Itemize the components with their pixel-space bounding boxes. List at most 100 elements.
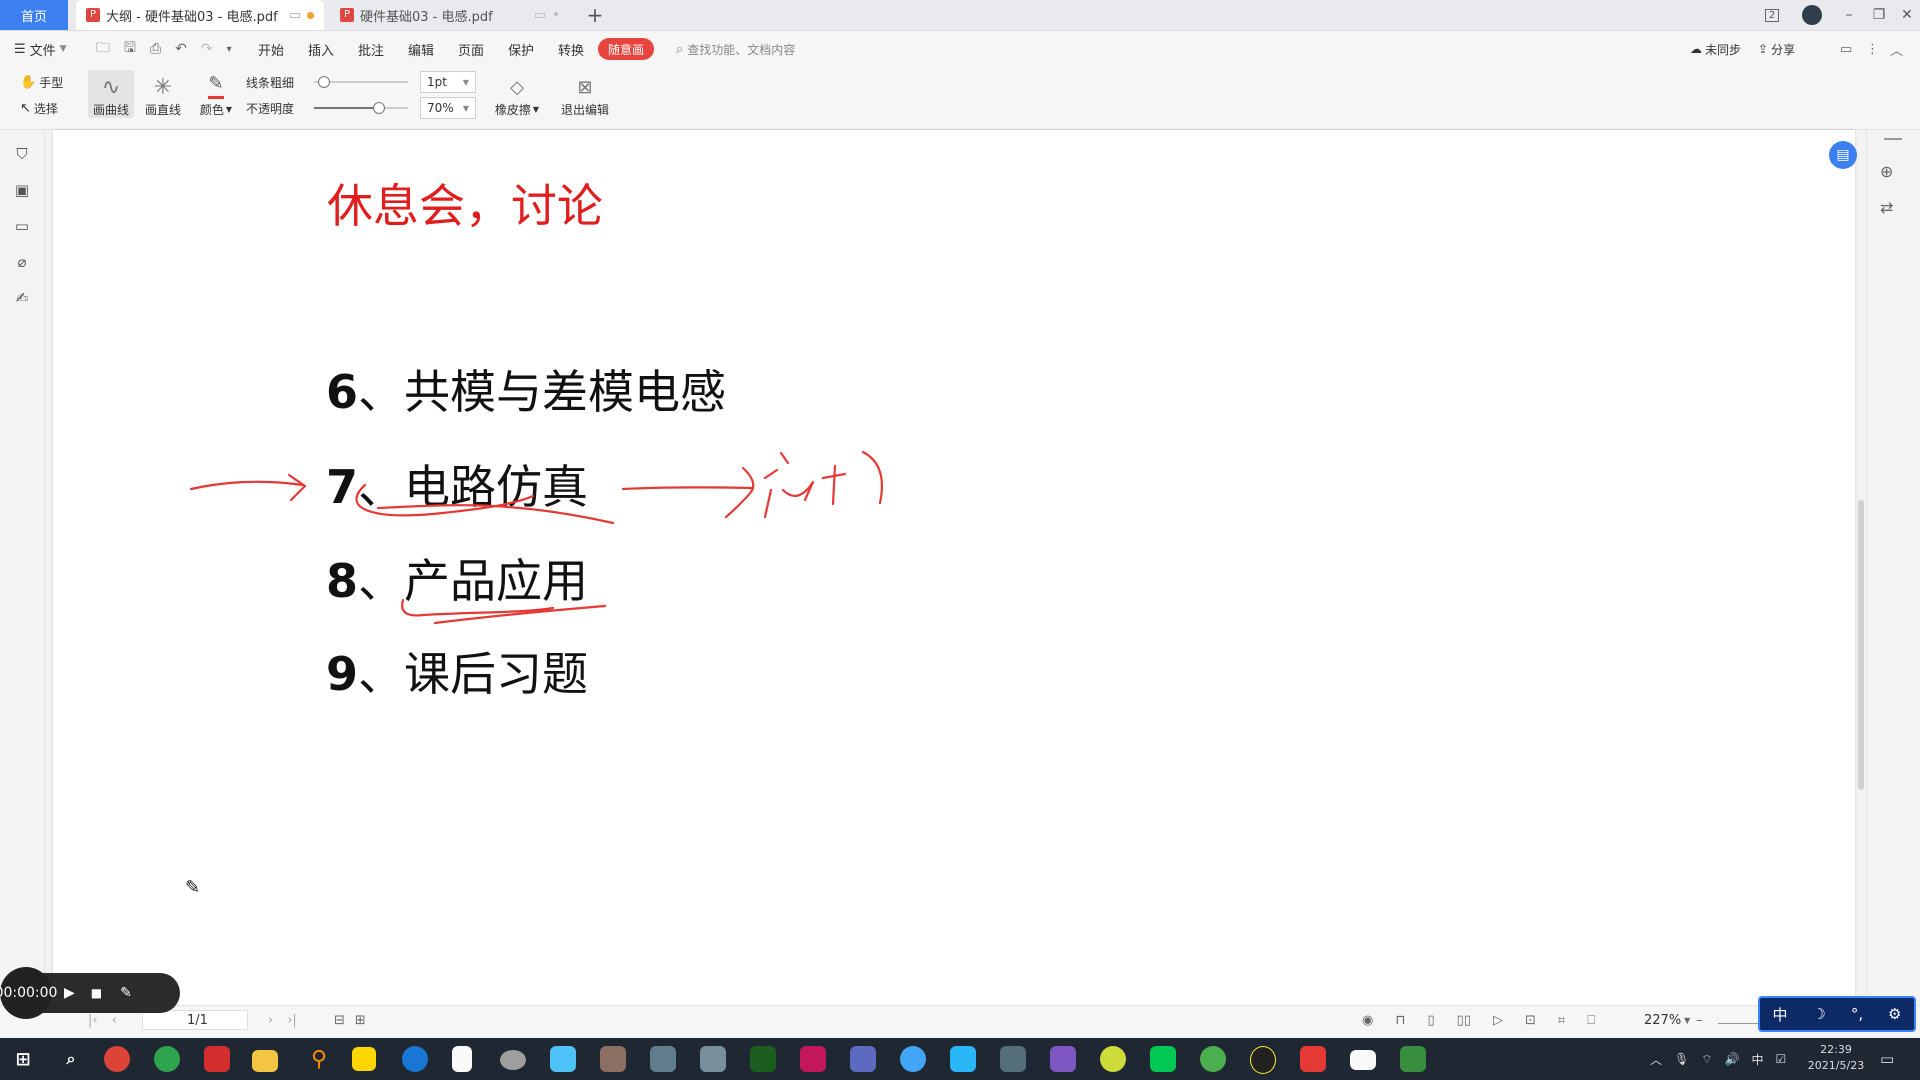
browser-app-icon[interactable] [402,1046,428,1072]
window-switch-button[interactable]: 2 [1757,0,1787,30]
split-view-icon[interactable]: ⊓ [1395,1013,1405,1028]
edge-app-icon[interactable] [900,1046,926,1072]
sync-button[interactable]: ☁ 未同步 [1690,31,1741,67]
network-icon[interactable]: ⌔ [1701,1052,1712,1067]
action-center-icon[interactable]: ▭ [1880,1038,1894,1080]
menu-item-page[interactable]: 页面 [458,31,484,67]
file-explorer-icon[interactable] [252,1050,278,1072]
volume-icon[interactable]: 🔊 [1725,1052,1740,1066]
menu-item-start[interactable]: 开始 [258,31,284,67]
camera-app-icon[interactable] [1350,1050,1376,1070]
ime-mode-label[interactable]: 中 [1772,1004,1787,1025]
moon-icon[interactable]: ☽ [1812,1005,1825,1023]
tab-outline-pdf[interactable]: P 大纲 - 硬件基础03 - 电感.pdf ▭ [76,0,324,30]
chrome-app-icon[interactable] [104,1046,130,1072]
scrollbar-thumb[interactable] [1858,500,1864,790]
taskbar-search-icon[interactable]: ⌕ [54,1042,88,1076]
play-icon[interactable]: ▶ [64,985,75,1001]
opacity-slider[interactable] [314,102,408,114]
tray-ime-label[interactable]: 中 [1751,1051,1763,1068]
wps-app-icon[interactable] [1300,1046,1326,1072]
pads-app-icon[interactable] [600,1046,626,1072]
comment-icon[interactable]: ▭ [1840,31,1852,67]
qq-app-icon[interactable] [1250,1046,1276,1074]
remote-app-icon[interactable] [550,1046,576,1072]
select-tool[interactable]: ↖ 选择 [20,98,58,118]
menu-item-convert[interactable]: 转换 [558,31,584,67]
restore-button[interactable]: ❐ [1864,0,1894,30]
actual-size-icon[interactable]: ⊡ [1525,1013,1536,1028]
menu-item-insert[interactable]: 插入 [308,31,334,67]
undo-icon[interactable]: ↶ [175,41,187,57]
collapse-ribbon-icon[interactable]: ︿ [1890,31,1903,67]
line-width-slider[interactable] [314,76,408,88]
crop-icon[interactable]: ⎕ [1587,1013,1595,1028]
double-page-icon[interactable]: ▯▯ [1457,1013,1471,1028]
yellow-app-icon[interactable] [1100,1046,1126,1072]
customize-chevron-icon[interactable]: ▾ [227,44,232,55]
fit-width-icon[interactable]: ⊞ [355,1013,366,1028]
first-page-icon[interactable]: |‹ [88,1013,98,1028]
menu-item-annotate[interactable]: 批注 [358,31,384,67]
punctuation-icon[interactable]: °, [1851,1005,1863,1023]
play-slideshow-icon[interactable]: ▷ [1493,1013,1503,1028]
tray-check-icon[interactable]: ☑ [1776,1052,1787,1066]
tab-inductor-pdf[interactable]: P 硬件基础03 - 电感.pdf ▭ • [330,0,570,30]
save-icon[interactable]: 🖫 [124,37,136,61]
translate-icon[interactable]: ⇄ [1880,198,1893,217]
green-app-icon[interactable] [154,1046,180,1072]
bookmark-icon[interactable]: ⛉ [12,144,32,164]
zoom-slider[interactable] [1718,1023,1758,1024]
clock[interactable]: 22:39 2021/5/23 [1804,1042,1868,1074]
draw-curve-tool[interactable]: ∿ 画曲线 [88,70,134,118]
circuit-app-icon[interactable] [650,1046,676,1072]
iqiyi-app-icon[interactable] [1150,1046,1176,1072]
windows-start-icon[interactable]: ⊞ [6,1042,40,1076]
exit-edit-button[interactable]: ⊠ 退出编辑 [558,70,612,118]
draw-line-tool[interactable]: ✳ 画直线 [140,70,186,118]
menu-item-freedraw[interactable]: 随意画 [598,38,655,60]
eraser-tool[interactable]: ◇ 橡皮擦 ▼ [492,70,542,118]
settings-gear-icon[interactable]: ⚙ [1888,1005,1901,1023]
pen-edit-icon[interactable]: ✎ [120,985,132,1001]
single-page-icon[interactable]: ▯ [1428,1013,1435,1028]
mx-app-icon[interactable] [950,1046,976,1072]
color-picker[interactable]: ✎ 颜色 ▼ [196,70,236,118]
fit-window-icon[interactable]: ⌗ [1558,1013,1565,1028]
hand-tool[interactable]: ✋ 手型 [20,72,63,92]
search-tool-icon[interactable]: ⚲ [302,1042,336,1076]
zoom-select[interactable]: 227% ▼ [1644,1005,1690,1035]
menu-item-protect[interactable]: 保护 [508,31,534,67]
microphone-icon[interactable]: 🎙 [1674,1052,1689,1066]
eye-icon[interactable]: ◉ [1362,1013,1373,1028]
opacity-select[interactable]: 70% ▼ [420,97,476,119]
signature-icon[interactable]: ✍ [12,288,32,308]
file-menu[interactable]: ☰ 文件 ▼ [14,31,67,67]
zoom-search-icon[interactable]: ⊕ [1880,162,1893,181]
menu-item-edit[interactable]: 编辑 [408,31,434,67]
tablet-icon[interactable]: ▭ [289,8,301,23]
redo-icon[interactable]: ↷ [201,41,213,57]
zoom-out-button[interactable]: – [1696,1005,1703,1035]
thumbnail-icon[interactable]: ▣ [12,180,32,200]
cloud-app-icon[interactable] [500,1050,526,1070]
vertical-scrollbar[interactable] [1857,130,1865,1005]
spreadsheet-app-icon[interactable] [1400,1046,1426,1072]
print-icon[interactable]: ⎙ [150,41,161,57]
last-page-icon[interactable]: ›| [287,1013,297,1028]
search-box[interactable]: ⌕ 查找功能、文档内容 [676,31,795,67]
new-tab-button[interactable]: + [580,0,610,30]
document-app-icon[interactable] [452,1046,472,1072]
tab-home[interactable]: 首页 [0,0,68,30]
panel-handle-icon[interactable] [1884,138,1902,140]
ime-panel[interactable]: 中 ☽ °, ⚙ [1758,996,1916,1032]
comment-panel-icon[interactable]: ▭ [12,216,32,236]
fit-page-icon[interactable]: ⊟ [334,1013,345,1028]
attachment-icon[interactable]: ⌀ [12,252,32,272]
user-avatar[interactable] [1797,0,1827,30]
line-width-select[interactable]: 1pt ▼ [420,71,476,93]
tools-app-icon[interactable] [1000,1046,1026,1072]
green-w-app-icon[interactable] [750,1046,776,1072]
visual-studio-icon[interactable] [1050,1046,1076,1072]
close-button[interactable]: ✕ [1892,0,1920,30]
